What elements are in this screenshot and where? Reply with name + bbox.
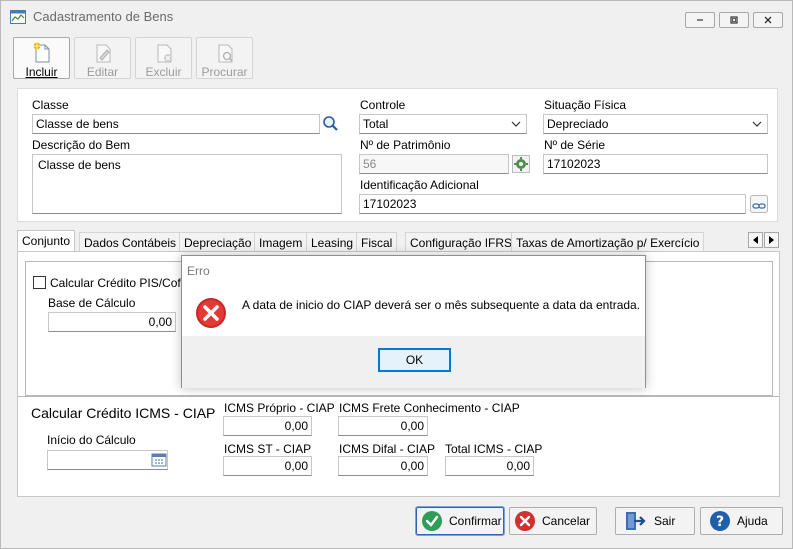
svg-text:?: ? — [716, 514, 724, 530]
tab-dados-contabeis[interactable]: Dados Contábeis — [79, 232, 182, 252]
minimize-icon — [697, 19, 703, 21]
magnifier-icon — [323, 116, 338, 131]
controle-value: Total — [363, 117, 389, 131]
situacao-select[interactable]: Depreciado — [543, 114, 768, 134]
serie-field[interactable]: 17102023 — [543, 154, 768, 174]
pis-cofins-checkbox[interactable] — [33, 276, 46, 289]
search-document-icon — [218, 44, 233, 63]
serie-label: Nº de Série — [544, 138, 606, 152]
delete-document-icon — [157, 44, 172, 63]
tab-scroll-left-button[interactable] — [748, 232, 763, 248]
icms-st-label: ICMS ST - CIAP — [224, 442, 312, 456]
icms-ciap-title: Calcular Crédito ICMS - CIAP — [31, 405, 216, 421]
editar-button[interactable]: Editar — [74, 37, 131, 79]
ajuda-label: Ajuda — [737, 514, 768, 528]
situacao-label: Situação Física — [544, 98, 627, 112]
dialog-title: Erro — [187, 264, 210, 278]
section-divider — [18, 396, 779, 397]
base-calculo-field[interactable]: 0,00 — [48, 312, 176, 332]
tab-imagem[interactable]: Imagem — [254, 232, 308, 252]
tab-taxas-amortizacao[interactable]: Taxas de Amortização p/ Exercício — [511, 232, 705, 252]
confirmar-label: Confirmar — [449, 514, 502, 528]
edit-document-icon — [96, 44, 111, 63]
patrimonio-generate-button[interactable] — [511, 154, 531, 174]
confirmar-button[interactable]: Confirmar — [415, 506, 505, 536]
restore-button[interactable] — [719, 12, 749, 28]
procurar-label: Procurar — [201, 65, 248, 79]
calendar-button[interactable] — [149, 450, 169, 470]
pis-cofins-label: Calcular Crédito PIS/Cofins — [50, 276, 197, 290]
minimize-button[interactable] — [685, 12, 715, 28]
base-calculo-label: Base de Cálculo — [48, 296, 136, 310]
descricao-label: Descrição do Bem — [32, 138, 131, 152]
toolbar: Incluir Editar Excluir Procurar — [13, 37, 793, 81]
identificacao-field[interactable]: 17102023 — [359, 194, 746, 214]
exit-icon — [626, 512, 646, 530]
close-window-button[interactable] — [753, 12, 783, 28]
tab-conjunto[interactable]: Conjunto — [17, 230, 76, 252]
sair-button[interactable]: Sair — [615, 507, 695, 535]
descricao-field[interactable]: Classe de bens — [32, 154, 342, 214]
calendar-icon — [151, 453, 167, 467]
close-icon — [764, 16, 772, 24]
icms-proprio-field[interactable]: 0,00 — [223, 416, 312, 436]
cancelar-button[interactable]: Cancelar — [509, 507, 597, 535]
icms-st-field[interactable]: 0,00 — [223, 456, 312, 476]
total-icms-label: Total ICMS - CIAP — [445, 442, 543, 456]
error-dialog: Erro A data de inicio do CIAP deverá ser… — [181, 255, 646, 388]
patrimonio-field: 56 — [359, 154, 509, 174]
dialog-message: A data de inicio do CIAP deverá ser o mê… — [242, 298, 641, 312]
check-icon — [422, 511, 442, 531]
gears-icon — [512, 155, 530, 173]
patrimonio-label: Nº de Patrimônio — [360, 138, 451, 152]
main-window: Cadastramento de Bens Incluir Editar Exc… — [0, 0, 793, 549]
error-icon — [196, 298, 226, 328]
icms-frete-label: ICMS Frete Conhecimento - CIAP — [339, 401, 520, 415]
help-icon: ? — [710, 511, 730, 531]
incluir-label: Incluir — [25, 65, 58, 79]
identificacao-label: Identificação Adicional — [360, 178, 479, 192]
tab-leasing[interactable]: Leasing — [306, 232, 359, 252]
cancelar-label: Cancelar — [542, 514, 591, 528]
classe-field[interactable]: Classe de bens — [32, 114, 320, 134]
icms-difal-label: ICMS Difal - CIAP — [339, 442, 436, 456]
incluir-button[interactable]: Incluir — [13, 37, 70, 79]
excluir-label: Excluir — [145, 65, 182, 79]
title-bar: Cadastramento de Bens — [1, 1, 792, 33]
link-icon — [750, 195, 768, 213]
chevron-down-icon — [752, 121, 762, 127]
main-form: Classe Classe de bens Descrição do Bem C… — [17, 88, 778, 222]
icms-frete-field[interactable]: 0,00 — [338, 416, 428, 436]
cancel-icon — [515, 511, 535, 531]
tab-configuracao-ifrs[interactable]: Configuração IFRS — [405, 232, 518, 252]
situacao-value: Depreciado — [547, 117, 609, 131]
app-chart-icon — [10, 10, 26, 24]
icms-proprio-label: ICMS Próprio - CIAP — [224, 401, 335, 415]
total-icms-field[interactable]: 0,00 — [445, 456, 534, 476]
classe-label: Classe — [32, 98, 69, 112]
editar-label: Editar — [86, 65, 119, 79]
window-title: Cadastramento de Bens — [33, 9, 174, 24]
identificacao-link-button[interactable] — [749, 194, 769, 214]
procurar-button[interactable]: Procurar — [196, 37, 253, 79]
sair-label: Sair — [654, 514, 676, 528]
classe-search-button[interactable] — [321, 114, 341, 134]
chevron-down-icon — [511, 121, 521, 127]
tab-bar: Conjunto Dados Contábeis Depreciação Ima… — [17, 230, 780, 252]
ajuda-button[interactable]: ? Ajuda — [700, 507, 783, 535]
controle-select[interactable]: Total — [359, 114, 527, 134]
inicio-calculo-label: Início do Cálculo — [47, 433, 136, 447]
icms-difal-field[interactable]: 0,00 — [338, 456, 428, 476]
restore-icon — [730, 16, 738, 24]
caret-left-icon — [752, 236, 758, 244]
new-document-icon — [33, 42, 50, 63]
tab-depreciacao[interactable]: Depreciação — [179, 232, 257, 252]
controle-label: Controle — [360, 98, 406, 112]
tab-scroll-right-button[interactable] — [764, 232, 779, 248]
excluir-button[interactable]: Excluir — [135, 37, 192, 79]
tab-fiscal[interactable]: Fiscal — [356, 232, 398, 252]
ok-button[interactable]: OK — [378, 348, 451, 372]
caret-right-icon — [768, 236, 774, 244]
